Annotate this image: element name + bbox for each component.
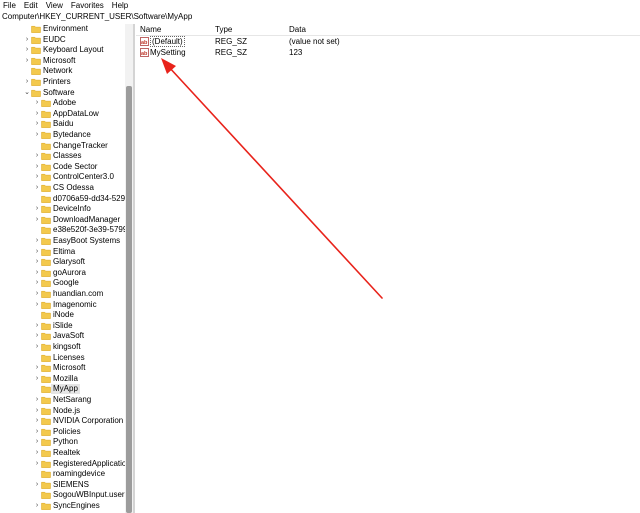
annotation-arrow: [161, 58, 383, 299]
